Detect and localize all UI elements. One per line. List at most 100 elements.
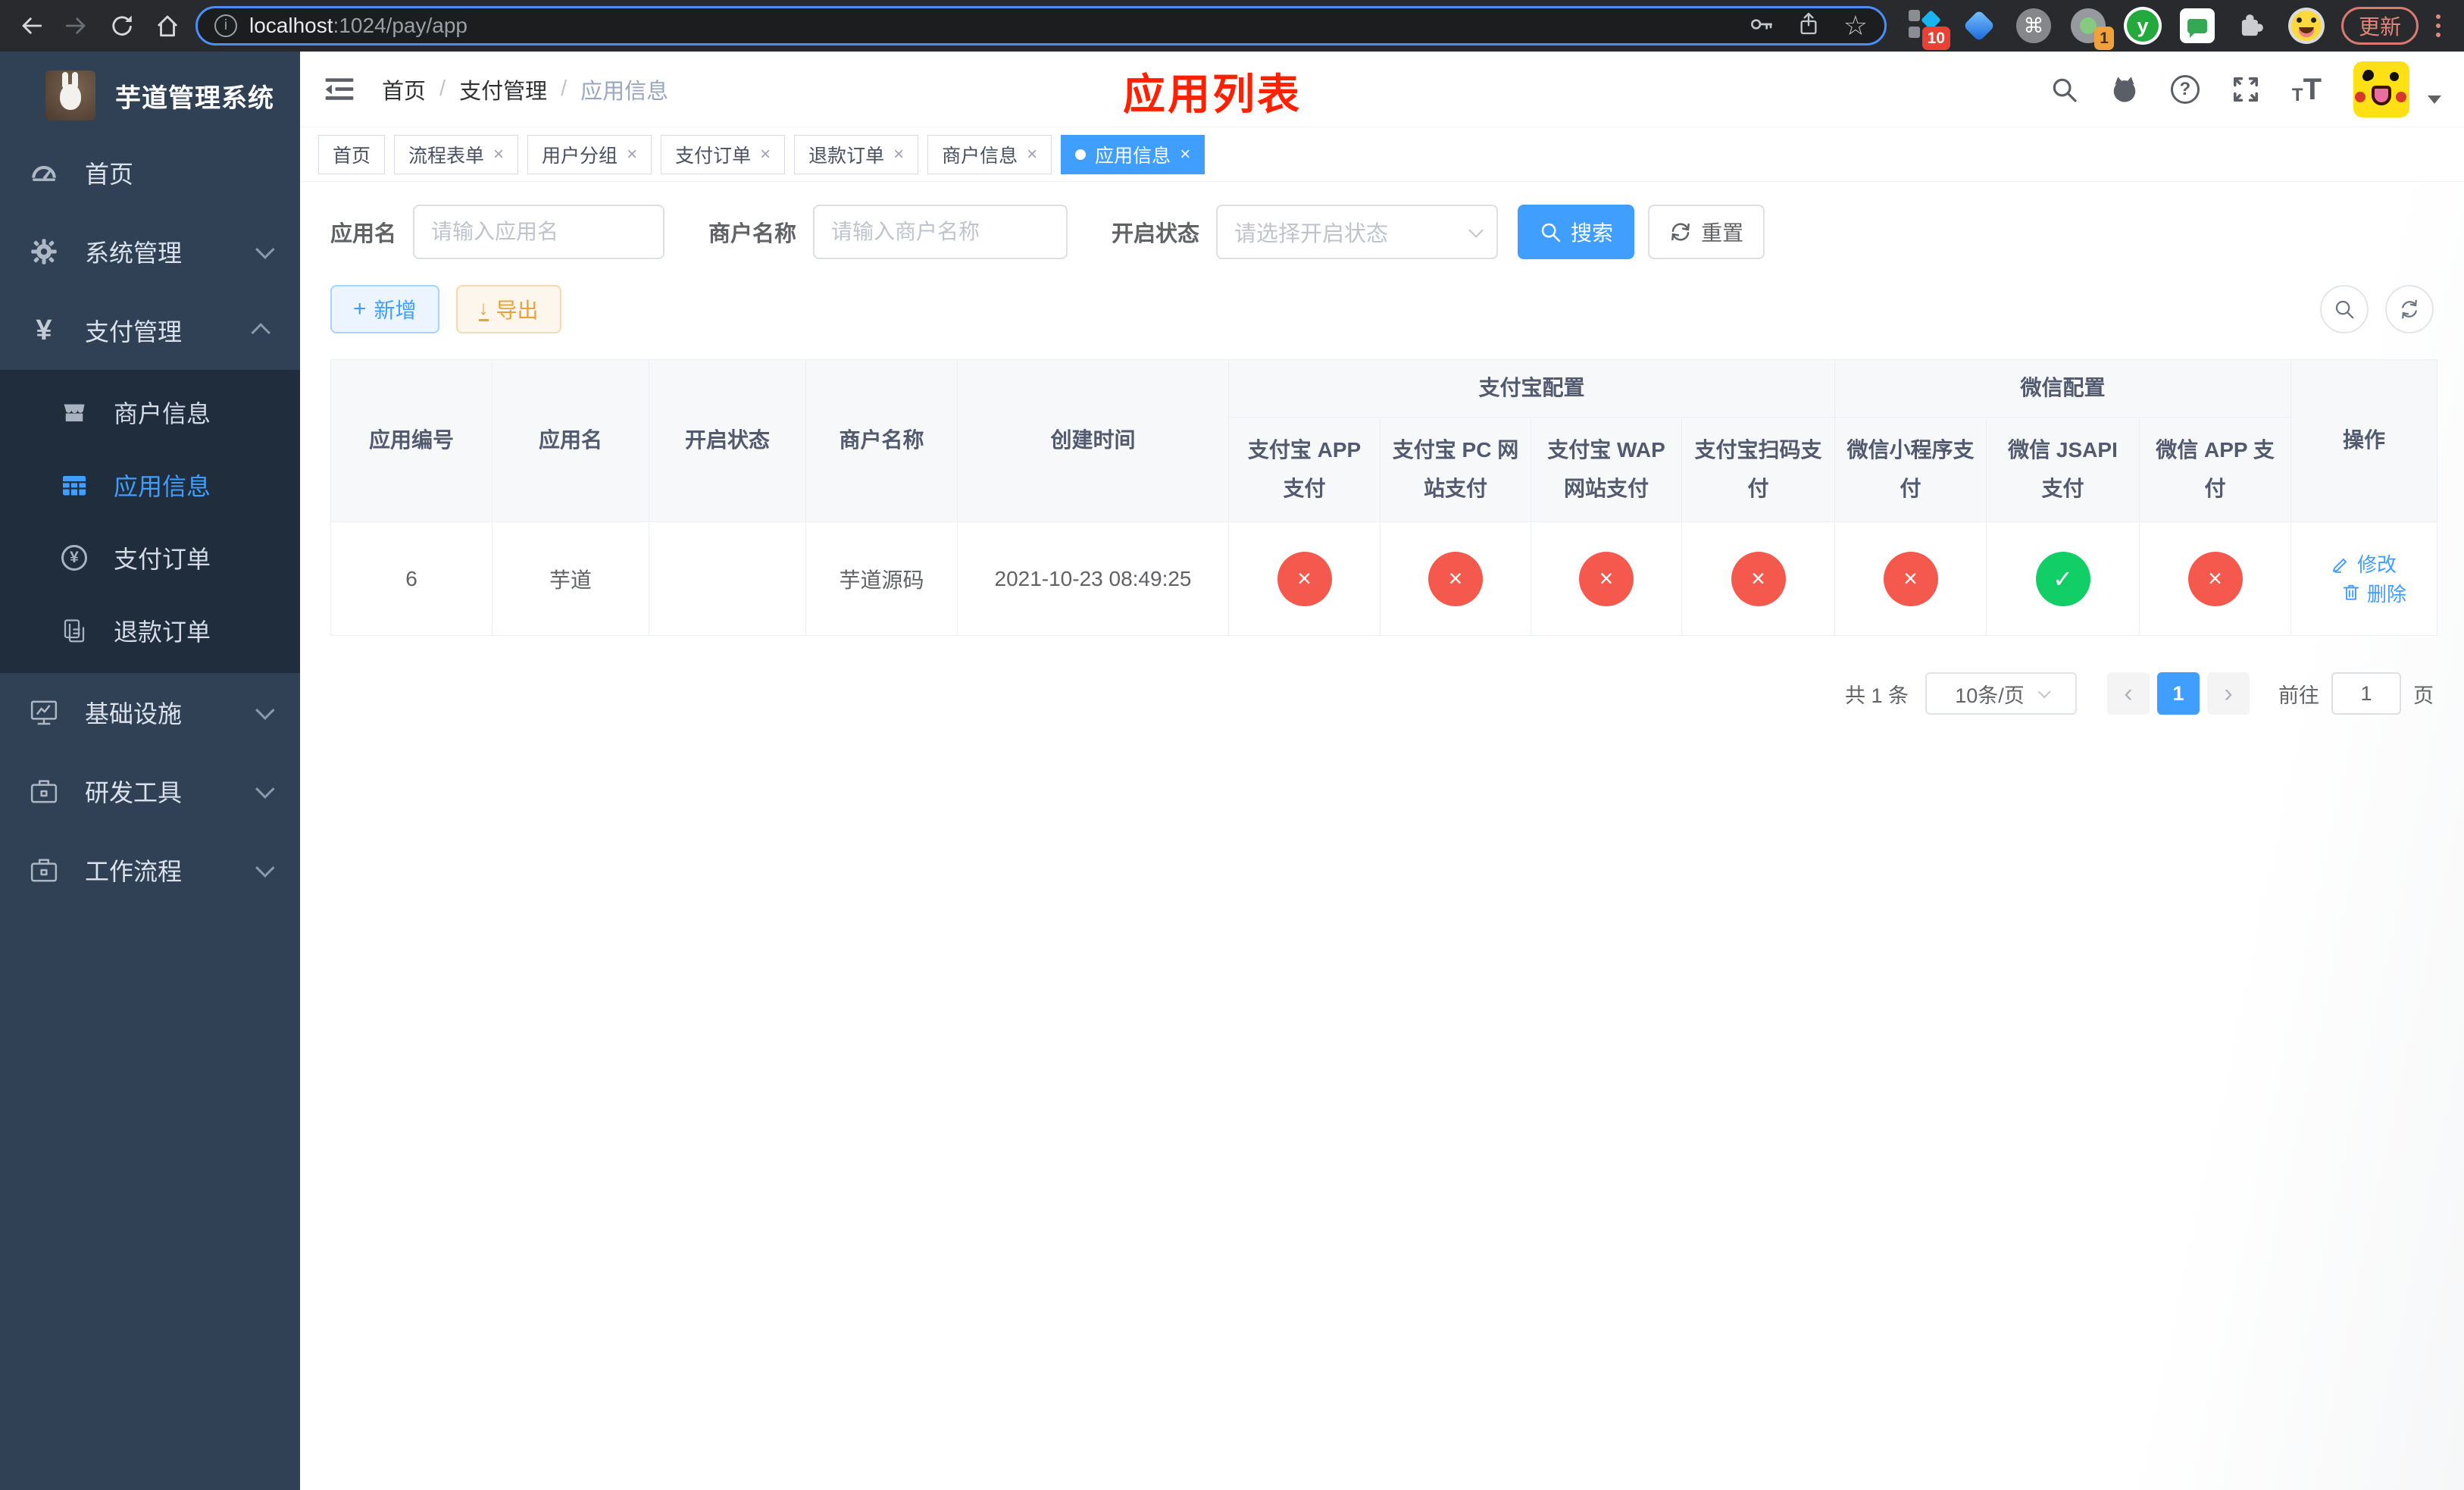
export-button[interactable]: ↓ 导出	[455, 285, 561, 333]
add-button[interactable]: + 新增	[330, 285, 439, 333]
sidebar-item-label: 支付订单	[114, 546, 211, 573]
sidebar-item-dev-tools[interactable]: 研发工具	[0, 752, 300, 831]
password-key-icon[interactable]	[1750, 12, 1774, 40]
col-header-alipay-wap: 支付宝 WAP 网站支付	[1531, 417, 1682, 522]
alipay-wap-status-icon: ×	[1579, 551, 1634, 606]
wx-jsapi-status-icon: ✓	[2035, 551, 2090, 606]
extension-blocks-icon[interactable]: 10	[1905, 6, 1950, 50]
sidebar-item-app-info[interactable]: 应用信息	[0, 449, 300, 521]
sidebar-item-label: 研发工具	[85, 779, 183, 806]
extension-y-icon[interactable]: y	[2123, 6, 2162, 45]
tab-refund-order[interactable]: 退款订单 ×	[794, 134, 919, 174]
search-button[interactable]: 搜索	[1518, 205, 1635, 259]
col-header-app-id: 应用编号	[330, 359, 492, 522]
close-icon[interactable]: ×	[893, 145, 904, 164]
close-icon[interactable]: ×	[1180, 145, 1190, 164]
page-number-1[interactable]: 1	[2157, 672, 2200, 715]
browser-reload-icon[interactable]	[102, 5, 142, 46]
sidebar-item-label: 商户信息	[114, 400, 211, 427]
browser-home-icon[interactable]	[147, 5, 188, 46]
goto-page-input[interactable]	[2331, 672, 2401, 715]
sidebar-item-system[interactable]: 系统管理	[0, 212, 300, 291]
merchant-name-input[interactable]	[813, 205, 1068, 259]
yen-circle-icon: ¥	[59, 543, 89, 573]
sidebar: 芋道管理系统 首页 系统管理 ¥ 支付管理 商户信息 应用信息 ¥ 支付订单 退…	[0, 52, 300, 1490]
header-search-icon[interactable]	[2050, 75, 2078, 104]
tab-merchant-info[interactable]: 商户信息 ×	[927, 134, 1052, 174]
sidebar-item-label: 系统管理	[85, 239, 183, 267]
close-icon[interactable]: ×	[493, 145, 504, 164]
total-count: 共 1 条	[1844, 684, 1909, 707]
tab-app-info[interactable]: 应用信息 ×	[1061, 134, 1205, 174]
extension-chat-icon[interactable]	[2178, 6, 2217, 45]
breadcrumb-current: 应用信息	[580, 79, 669, 104]
close-icon[interactable]: ×	[760, 145, 771, 164]
col-header-alipay-pc: 支付宝 PC 网站支付	[1380, 417, 1531, 522]
edit-link[interactable]: 修改	[2331, 549, 2397, 578]
sidebar-item-home[interactable]: 首页	[0, 133, 300, 212]
close-icon[interactable]: ×	[627, 145, 637, 164]
breadcrumb: 首页 / 支付管理 / 应用信息	[382, 74, 668, 105]
bookmark-star-icon[interactable]: ☆	[1843, 12, 1868, 39]
storefront-icon	[59, 397, 89, 427]
extension-command-icon[interactable]: ⌘	[2014, 6, 2053, 45]
tab-process-form[interactable]: 流程表单 ×	[394, 134, 519, 174]
chevron-up-icon	[251, 323, 270, 343]
prev-page-button[interactable]: ‹	[2107, 672, 2150, 715]
chevron-down-icon	[255, 779, 275, 799]
fullscreen-icon[interactable]	[2231, 75, 2260, 104]
document-icon	[59, 615, 89, 646]
avatar-dropdown-caret-icon[interactable]	[2428, 95, 2441, 104]
refresh-button[interactable]	[2385, 285, 2434, 333]
breadcrumb-home[interactable]: 首页	[382, 74, 426, 105]
browser-toolbar: i localhost:1024/pay/app ☆ 10 ⌘ 1 y 更新	[0, 0, 2464, 52]
sidebar-item-pay-order[interactable]: ¥ 支付订单	[0, 521, 300, 594]
browser-update-button[interactable]: 更新	[2340, 7, 2419, 45]
sidebar-item-merchant-info[interactable]: 商户信息	[0, 376, 300, 449]
app-name-input[interactable]	[413, 205, 665, 259]
tab-home[interactable]: 首页	[318, 134, 386, 174]
tab-user-group[interactable]: 用户分组 ×	[527, 134, 652, 174]
extension-kite-icon[interactable]	[1959, 6, 1999, 45]
cell-app-name: 芋道	[492, 521, 649, 636]
page-suffix-label: 页	[2413, 684, 2434, 707]
github-icon[interactable]	[2110, 75, 2139, 104]
sidebar-item-refund-order[interactable]: 退款订单	[0, 594, 300, 667]
close-icon[interactable]: ×	[1027, 145, 1037, 164]
col-header-wx-jsapi: 微信 JSAPI 支付	[1986, 417, 2140, 522]
col-header-alipay-app: 支付宝 APP 支付	[1228, 417, 1381, 522]
toggle-search-button[interactable]	[2320, 285, 2369, 333]
browser-forward-icon[interactable]	[56, 5, 97, 46]
sidebar-collapse-icon[interactable]	[323, 73, 356, 106]
help-icon[interactable]: ?	[2170, 74, 2200, 104]
app-logo[interactable]: 芋道管理系统	[0, 52, 300, 124]
tab-pay-order[interactable]: 支付订单 ×	[661, 134, 786, 174]
status-select[interactable]: 请选择开启状态	[1216, 205, 1499, 259]
delete-link[interactable]: 删除	[2341, 579, 2406, 607]
page-size-select[interactable]: 10条/页	[1925, 672, 2077, 715]
browser-profile-avatar[interactable]	[2287, 6, 2326, 45]
extension-profile-icon[interactable]: 1	[2068, 6, 2114, 50]
sidebar-item-payment[interactable]: ¥ 支付管理	[0, 291, 300, 370]
extensions-puzzle-icon[interactable]	[2232, 6, 2272, 45]
sidebar-item-infrastructure[interactable]: 基础设施	[0, 673, 300, 752]
next-page-button[interactable]: ›	[2207, 672, 2250, 715]
chevron-down-icon	[255, 239, 275, 259]
site-info-icon[interactable]: i	[214, 14, 237, 37]
reset-button[interactable]: 重置	[1648, 205, 1765, 259]
share-icon[interactable]	[1796, 12, 1821, 40]
chevron-down-icon	[255, 700, 275, 720]
briefcase-icon	[27, 853, 61, 887]
address-bar[interactable]: i localhost:1024/pay/app ☆	[195, 6, 1887, 45]
font-size-icon[interactable]: TT	[2292, 74, 2322, 105]
browser-back-icon[interactable]	[11, 5, 52, 46]
sidebar-item-workflow[interactable]: 工作流程	[0, 831, 300, 909]
col-header-merchant: 商户名称	[805, 359, 958, 522]
browser-menu-icon[interactable]	[2423, 6, 2453, 45]
breadcrumb-payment[interactable]: 支付管理	[459, 74, 547, 105]
sidebar-item-label: 支付管理	[85, 318, 183, 346]
tag-views-bar: 首页 流程表单 × 用户分组 × 支付订单 × 退款订单 × 商户信息 × 应用信息 ×	[300, 127, 2464, 182]
top-navbar: 首页 / 支付管理 / 应用信息 应用列表 ? TT	[300, 52, 2464, 127]
user-avatar[interactable]	[2353, 61, 2409, 117]
cell-app-id: 6	[330, 521, 492, 636]
